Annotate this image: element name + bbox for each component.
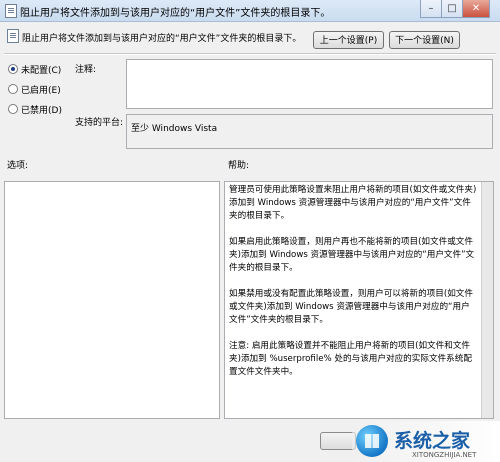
help-text: 管理员可使用此策略设置来阻止用户将新的项目(如文件或文件夹)添加到 Window…: [225, 182, 493, 394]
radio-label: 已启用(E): [21, 86, 61, 96]
window-title: 阻止用户将文件添加到与该用户对应的“用户文件”文件夹的根目录下。: [20, 8, 331, 19]
radio-icon[interactable]: [8, 104, 18, 114]
options-label: 选项:: [7, 161, 29, 171]
comment-textarea[interactable]: [126, 59, 493, 109]
watermark-text: 系统之家: [394, 430, 471, 452]
minimize-button[interactable]: –: [420, 0, 442, 18]
help-paragraph: 注意: 启用此策略设置并不能阻止用户将新的项目(如文件和文件夹)添加到 %use…: [229, 341, 472, 377]
help-label: 帮助:: [228, 161, 250, 171]
watermark-url: XITONGZHIJIA.NET: [412, 451, 477, 459]
radio-disabled[interactable]: 已禁用(D): [8, 103, 62, 116]
radio-icon[interactable]: [8, 84, 18, 94]
help-paragraph: 如果禁用或没有配置此策略设置，则用户可以将新的项目(如文件或文件夹)添加到 Wi…: [229, 289, 473, 325]
platform-label: 支持的平台:: [75, 118, 124, 128]
radio-not-configured[interactable]: 未配置(C): [8, 63, 61, 76]
options-pane: [4, 181, 220, 419]
platform-value: 至少 Windows Vista: [131, 124, 218, 134]
policy-document-icon: [5, 4, 17, 18]
comment-label: 注释:: [75, 65, 97, 75]
setting-header: 阻止用户将文件添加到与该用户对应的“用户文件”文件夹的根目录下。 上一个设置(P…: [0, 22, 500, 54]
ok-button[interactable]: [320, 432, 356, 450]
help-scrollbar[interactable]: [481, 182, 493, 418]
radio-selected-icon[interactable]: [8, 64, 18, 74]
close-button[interactable]: ✕: [462, 0, 490, 18]
setting-name: 阻止用户将文件添加到与该用户对应的“用户文件”文件夹的根目录下。: [22, 34, 302, 44]
previous-setting-button[interactable]: 上一个设置(P): [313, 31, 384, 49]
radio-enabled[interactable]: 已启用(E): [8, 83, 61, 96]
help-paragraph: 如果启用此策略设置，则用户再也不能将新的项目(如文件或文件夹)添加到 Windo…: [229, 237, 475, 273]
setting-icon: [7, 29, 19, 43]
maximize-button[interactable]: □: [441, 0, 463, 18]
header-divider: [4, 53, 496, 55]
help-pane[interactable]: 管理员可使用此策略设置来阻止用户将新的项目(如文件或文件夹)添加到 Window…: [224, 181, 494, 419]
watermark-logo-icon: [356, 425, 388, 457]
platform-field: 至少 Windows Vista: [126, 114, 493, 149]
radio-label: 未配置(C): [21, 66, 62, 76]
next-setting-button[interactable]: 下一个设置(N): [389, 31, 460, 49]
window-titlebar[interactable]: 阻止用户将文件添加到与该用户对应的“用户文件”文件夹的根目录下。 – □ ✕: [0, 0, 500, 22]
help-paragraph: 管理员可使用此策略设置来阻止用户将新的项目(如文件或文件夹)添加到 Window…: [229, 185, 477, 221]
radio-label: 已禁用(D): [21, 106, 62, 116]
watermark: 系统之家 XITONGZHIJIA.NET: [352, 421, 500, 462]
